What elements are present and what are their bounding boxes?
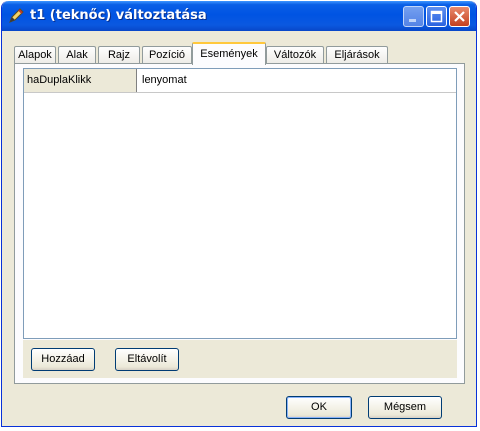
event-action-cell[interactable]: lenyomat <box>142 69 187 92</box>
minimize-button[interactable] <box>403 6 424 27</box>
tab-pozicio[interactable]: Pozíció <box>142 46 192 64</box>
tab-esemenyek[interactable]: Események <box>192 42 266 65</box>
tab-rajz[interactable]: Rajz <box>98 46 140 64</box>
table-row[interactable]: haDuplaKlikk lenyomat <box>24 69 456 93</box>
tab-strip: Alapok Alak Rajz Pozíció Események Válto… <box>14 42 434 65</box>
event-name-cell[interactable]: haDuplaKlikk <box>24 69 137 92</box>
tab-eljarasok[interactable]: Eljárások <box>326 46 388 64</box>
dialog-window: t1 (teknőc) változtatása Alapok Alak Raj… <box>1 1 477 427</box>
close-button[interactable] <box>449 6 470 27</box>
minimize-icon <box>409 19 416 22</box>
add-button[interactable]: Hozzáad <box>31 348 95 371</box>
tab-alak[interactable]: Alak <box>58 46 96 64</box>
close-icon <box>454 11 465 22</box>
grid-button-bar: Hozzáad Eltávolít <box>23 340 457 378</box>
event-grid[interactable]: haDuplaKlikk lenyomat <box>23 68 457 339</box>
cancel-button[interactable]: Mégsem <box>368 396 442 419</box>
tab-valtozok[interactable]: Változók <box>266 46 324 64</box>
title-bar[interactable]: t1 (teknőc) változtatása <box>2 1 476 31</box>
maximize-button[interactable] <box>426 6 447 27</box>
window-title: t1 (teknőc) változtatása <box>30 8 207 23</box>
pen-icon <box>8 7 25 24</box>
tab-panel-esemenyek: haDuplaKlikk lenyomat Hozzáad Eltávolít <box>14 63 465 384</box>
ok-button[interactable]: OK <box>286 396 352 419</box>
remove-button[interactable]: Eltávolít <box>115 348 179 371</box>
tab-alapok[interactable]: Alapok <box>14 46 56 64</box>
maximize-icon <box>430 10 443 23</box>
